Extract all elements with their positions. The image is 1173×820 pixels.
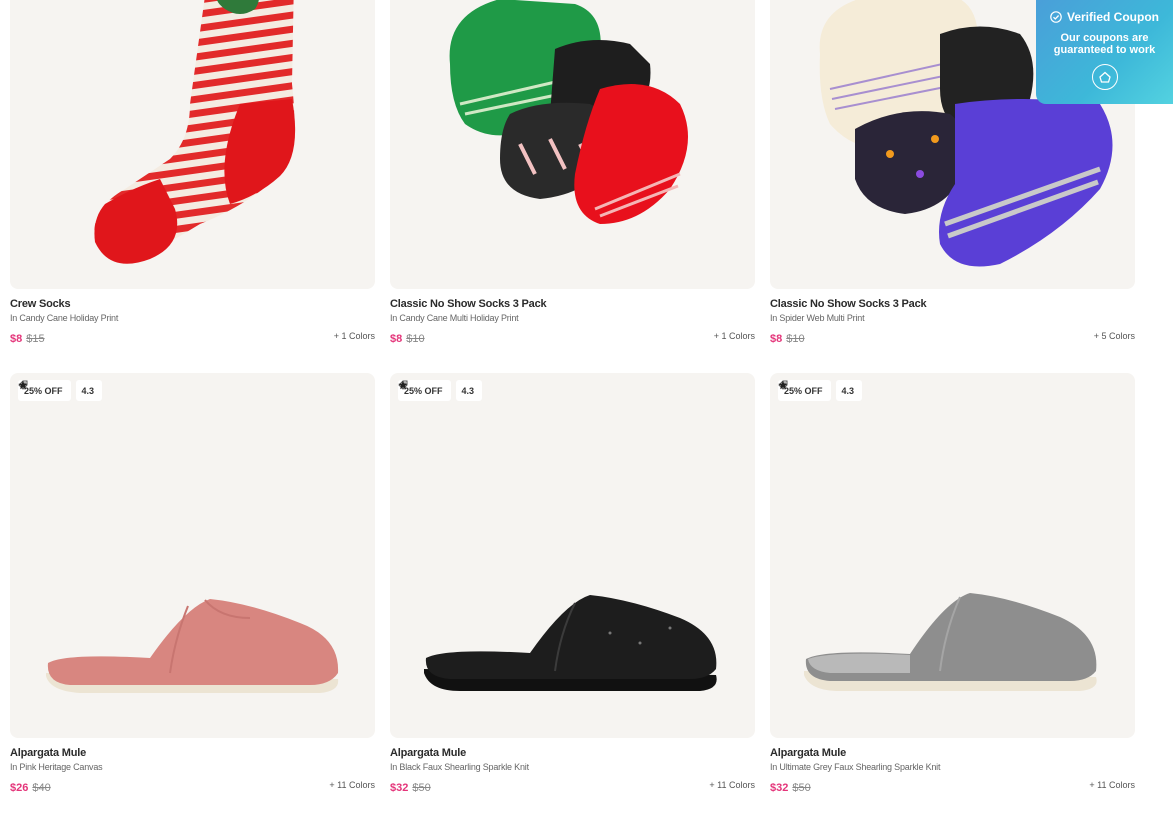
rating-badge: 4.3 bbox=[18, 380, 103, 401]
check-circle-icon bbox=[1050, 11, 1062, 23]
product-variant: In Ultimate Grey Faux Shearling Sparkle … bbox=[770, 762, 941, 772]
verified-coupon-widget[interactable]: Verified Coupon Our coupons are guarante… bbox=[1036, 0, 1173, 104]
color-count[interactable]: + 11 Colors bbox=[1089, 780, 1135, 790]
sale-price: $8 bbox=[770, 333, 783, 345]
red-striped-crew-sock-image bbox=[94, 0, 296, 264]
original-price: $40 bbox=[32, 782, 51, 794]
black-alpargata-mule-image bbox=[424, 595, 717, 691]
product-image[interactable]: 25% OFF 4.3 bbox=[390, 373, 755, 738]
product-variant: In Spider Web Multi Print bbox=[770, 313, 865, 323]
original-price: $50 bbox=[412, 782, 431, 794]
sale-price: $8 bbox=[390, 333, 403, 345]
star-icon bbox=[18, 380, 28, 390]
coupon-logo-icon[interactable] bbox=[1091, 64, 1118, 90]
product-name[interactable]: Alpargata Mule bbox=[770, 747, 1135, 759]
product-variant: In Candy Cane Multi Holiday Print bbox=[390, 313, 519, 323]
product-name[interactable]: Classic No Show Socks 3 Pack bbox=[390, 298, 755, 310]
no-show-socks-3-pack-image bbox=[449, 0, 688, 224]
product-image[interactable] bbox=[390, 0, 755, 289]
discount-label: 25% OFF bbox=[784, 385, 823, 396]
coupon-logo-icon bbox=[1098, 71, 1111, 83]
product-image[interactable]: 25% OFF 4.3 bbox=[10, 373, 375, 738]
star-icon bbox=[778, 380, 788, 390]
original-price: $15 bbox=[26, 333, 45, 345]
color-count[interactable]: + 1 Colors bbox=[714, 331, 755, 341]
coupon-title: Verified Coupon bbox=[1066, 10, 1159, 24]
product-variant: In Black Faux Shearling Sparkle Knit bbox=[390, 762, 529, 772]
sale-price: $32 bbox=[390, 782, 409, 794]
original-price: $10 bbox=[406, 333, 425, 345]
sale-price: $32 bbox=[770, 782, 789, 794]
sale-price: $26 bbox=[10, 782, 29, 794]
rating-value: 4.3 bbox=[841, 385, 855, 396]
product-name[interactable]: Classic No Show Socks 3 Pack bbox=[770, 298, 1135, 310]
color-count[interactable]: + 1 Colors bbox=[334, 331, 375, 341]
product-name[interactable]: Crew Socks bbox=[10, 298, 375, 310]
sale-price: $8 bbox=[10, 333, 23, 345]
coupon-subtitle: Our coupons are guaranteed to work bbox=[1053, 32, 1156, 56]
rating-badge: 4.3 bbox=[398, 380, 483, 401]
discount-label: 25% OFF bbox=[24, 385, 63, 396]
rating-value: 4.3 bbox=[461, 385, 475, 396]
color-count[interactable]: + 11 Colors bbox=[329, 780, 375, 790]
product-variant: In Candy Cane Holiday Print bbox=[10, 313, 119, 323]
rating-badge: 4.3 bbox=[778, 380, 863, 401]
star-icon bbox=[398, 380, 408, 390]
product-image[interactable] bbox=[10, 0, 375, 289]
product-variant: In Pink Heritage Canvas bbox=[10, 762, 103, 772]
rating-value: 4.3 bbox=[81, 385, 95, 396]
pink-alpargata-mule-image bbox=[46, 599, 339, 693]
original-price: $10 bbox=[786, 333, 805, 345]
product-name[interactable]: Alpargata Mule bbox=[390, 747, 755, 759]
discount-label: 25% OFF bbox=[404, 385, 443, 396]
color-count[interactable]: + 11 Colors bbox=[709, 780, 755, 790]
grey-alpargata-mule-image bbox=[804, 593, 1097, 691]
color-count[interactable]: + 5 Colors bbox=[1094, 331, 1135, 341]
original-price: $50 bbox=[792, 782, 811, 794]
product-image[interactable]: 25% OFF 4.3 bbox=[770, 373, 1135, 738]
product-name[interactable]: Alpargata Mule bbox=[10, 747, 375, 759]
